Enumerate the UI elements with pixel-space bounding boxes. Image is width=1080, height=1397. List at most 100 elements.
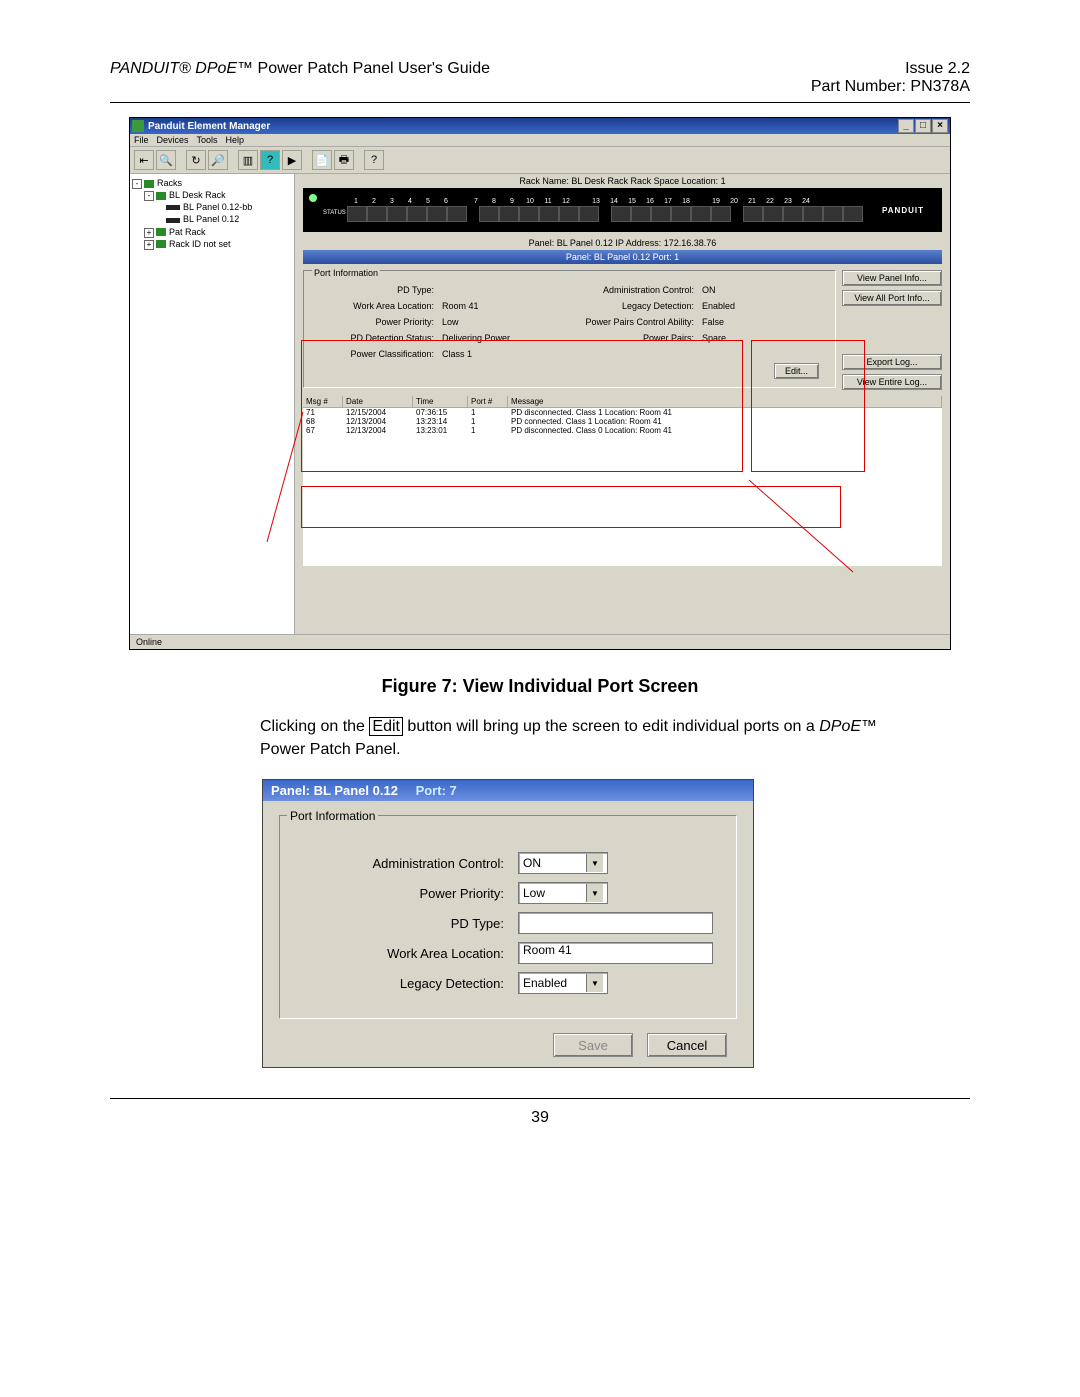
port-jack[interactable] (783, 206, 803, 222)
menu-help[interactable]: Help (226, 135, 245, 145)
port-number: 17 (659, 198, 677, 205)
dlg-priority-label: Power Priority: (294, 886, 518, 901)
port-jack[interactable] (347, 206, 367, 222)
port-number: 24 (797, 198, 815, 205)
log-area[interactable]: Msg # Date Time Port # Message 7112/15/2… (303, 396, 942, 566)
port-number: 11 (539, 198, 557, 205)
port-jack[interactable] (823, 206, 843, 222)
log-col-time: Time (413, 396, 468, 407)
edit-button[interactable]: Edit... (774, 363, 819, 379)
export-log-button[interactable]: Export Log... (842, 354, 942, 370)
tree-rack-1[interactable]: BL Desk Rack (169, 190, 226, 200)
minimize-button[interactable]: _ (898, 119, 914, 133)
close-button[interactable]: × (932, 119, 948, 133)
port-number: 1 (347, 198, 365, 205)
port-jack[interactable] (611, 206, 631, 222)
page-number: 39 (110, 1109, 970, 1127)
tool-zoom-icon[interactable]: 🔍 (156, 150, 176, 170)
tool-play-icon[interactable]: ▶ (282, 150, 302, 170)
port-jack[interactable] (763, 206, 783, 222)
tree-panel-2[interactable]: BL Panel 0.12 (183, 214, 239, 224)
ppca-value: False (702, 317, 762, 327)
port-jack[interactable] (407, 206, 427, 222)
port-number: 18 (677, 198, 695, 205)
view-all-port-info-button[interactable]: View All Port Info... (842, 290, 942, 306)
panel-strip[interactable]: STATUS 123456789101112131415161718192021… (303, 188, 942, 232)
log-row[interactable]: 6812/13/200413:23:141PD connected. Class… (303, 417, 942, 426)
port-jack[interactable] (579, 206, 599, 222)
port-jack[interactable] (447, 206, 467, 222)
tree-panel-1[interactable]: BL Panel 0.12-bb (183, 202, 252, 212)
tool-exit-icon[interactable]: ⇤ (134, 150, 154, 170)
admin-control-label: Administration Control: (552, 285, 702, 295)
port-jack[interactable] (427, 206, 447, 222)
port-jack[interactable] (519, 206, 539, 222)
tree-root[interactable]: Racks (157, 178, 182, 188)
tool-help-icon[interactable]: ? (364, 150, 384, 170)
status-text: Online (136, 637, 162, 647)
menu-devices[interactable]: Devices (157, 135, 189, 145)
dlg-pdtype-input[interactable] (518, 912, 713, 934)
statusbar: Online (130, 634, 950, 649)
log-header: Msg # Date Time Port # Message (303, 396, 942, 408)
port-jack[interactable] (499, 206, 519, 222)
dlg-save-button[interactable]: Save (553, 1033, 633, 1057)
tool-rack-icon[interactable]: ▥ (238, 150, 258, 170)
log-row[interactable]: 7112/15/200407:36:151PD disconnected. Cl… (303, 408, 942, 417)
port-jack[interactable] (743, 206, 763, 222)
rack-tree[interactable]: -Racks -BL Desk Rack BL Panel 0.12-bb BL… (130, 174, 295, 634)
port-number: 15 (623, 198, 641, 205)
port-info-label: Port Information (312, 268, 380, 278)
tool-report-icon[interactable]: 📄 (312, 150, 332, 170)
port-number: 20 (725, 198, 743, 205)
tree-rack-2[interactable]: Pat Rack (169, 227, 206, 237)
app-icon (132, 120, 144, 132)
dialog-titlebar[interactable]: Panel: BL Panel 0.12 Port: 7 (263, 780, 753, 801)
menu-file[interactable]: File (134, 135, 149, 145)
titlebar[interactable]: Panduit Element Manager _ □ × (130, 118, 950, 134)
port-jack[interactable] (539, 206, 559, 222)
log-row[interactable]: 6712/13/200413:23:011PD disconnected. Cl… (303, 426, 942, 435)
dlg-legacy-label: Legacy Detection: (294, 976, 518, 991)
tool-refresh-icon[interactable]: ↻ (186, 150, 206, 170)
dlg-admin-select[interactable]: ON▼ (518, 852, 608, 874)
port-jack[interactable] (691, 206, 711, 222)
view-panel-info-button[interactable]: View Panel Info... (842, 270, 942, 286)
pd-status-label: PD Detection Status: (312, 333, 442, 343)
port-number: 5 (419, 198, 437, 205)
tree-rack-3[interactable]: Rack ID not set (169, 239, 231, 249)
maximize-button[interactable]: □ (915, 119, 931, 133)
dlg-work-input[interactable]: Room 41 (518, 942, 713, 964)
port-number: 22 (761, 198, 779, 205)
doc-issue: Issue 2.2 (811, 60, 970, 78)
pd-type-label: PD Type: (312, 285, 442, 295)
port-number: 19 (707, 198, 725, 205)
dialog-title-port: Port: 7 (416, 783, 457, 798)
port-jack[interactable] (367, 206, 387, 222)
dlg-admin-label: Administration Control: (294, 856, 518, 871)
toolbar: ⇤ 🔍 ↻ 🔎 ▥ ? ▶ 📄 🖶 ? (130, 147, 950, 174)
port-jack[interactable] (651, 206, 671, 222)
dlg-priority-select[interactable]: Low▼ (518, 882, 608, 904)
menu-tools[interactable]: Tools (197, 135, 218, 145)
port-jack[interactable] (711, 206, 731, 222)
log-col-message: Message (508, 396, 942, 407)
power-pairs-label: Power Pairs: (552, 333, 702, 343)
port-jack[interactable] (843, 206, 863, 222)
dlg-legacy-select[interactable]: Enabled▼ (518, 972, 608, 994)
tool-print-icon[interactable]: 🖶 (334, 150, 354, 170)
port-jack[interactable] (559, 206, 579, 222)
tool-config-icon[interactable]: ? (260, 150, 280, 170)
port-number: 7 (467, 198, 485, 205)
port-jack[interactable] (387, 206, 407, 222)
port-jack[interactable] (631, 206, 651, 222)
port-jack[interactable] (671, 206, 691, 222)
edit-port-dialog: Panel: BL Panel 0.12 Port: 7 Port Inform… (262, 779, 754, 1068)
tool-find-icon[interactable]: 🔎 (208, 150, 228, 170)
dlg-cancel-button[interactable]: Cancel (647, 1033, 727, 1057)
dlg-pdtype-label: PD Type: (294, 916, 518, 931)
port-jack[interactable] (479, 206, 499, 222)
port-jack[interactable] (803, 206, 823, 222)
port-number: 21 (743, 198, 761, 205)
view-entire-log-button[interactable]: View Entire Log... (842, 374, 942, 390)
